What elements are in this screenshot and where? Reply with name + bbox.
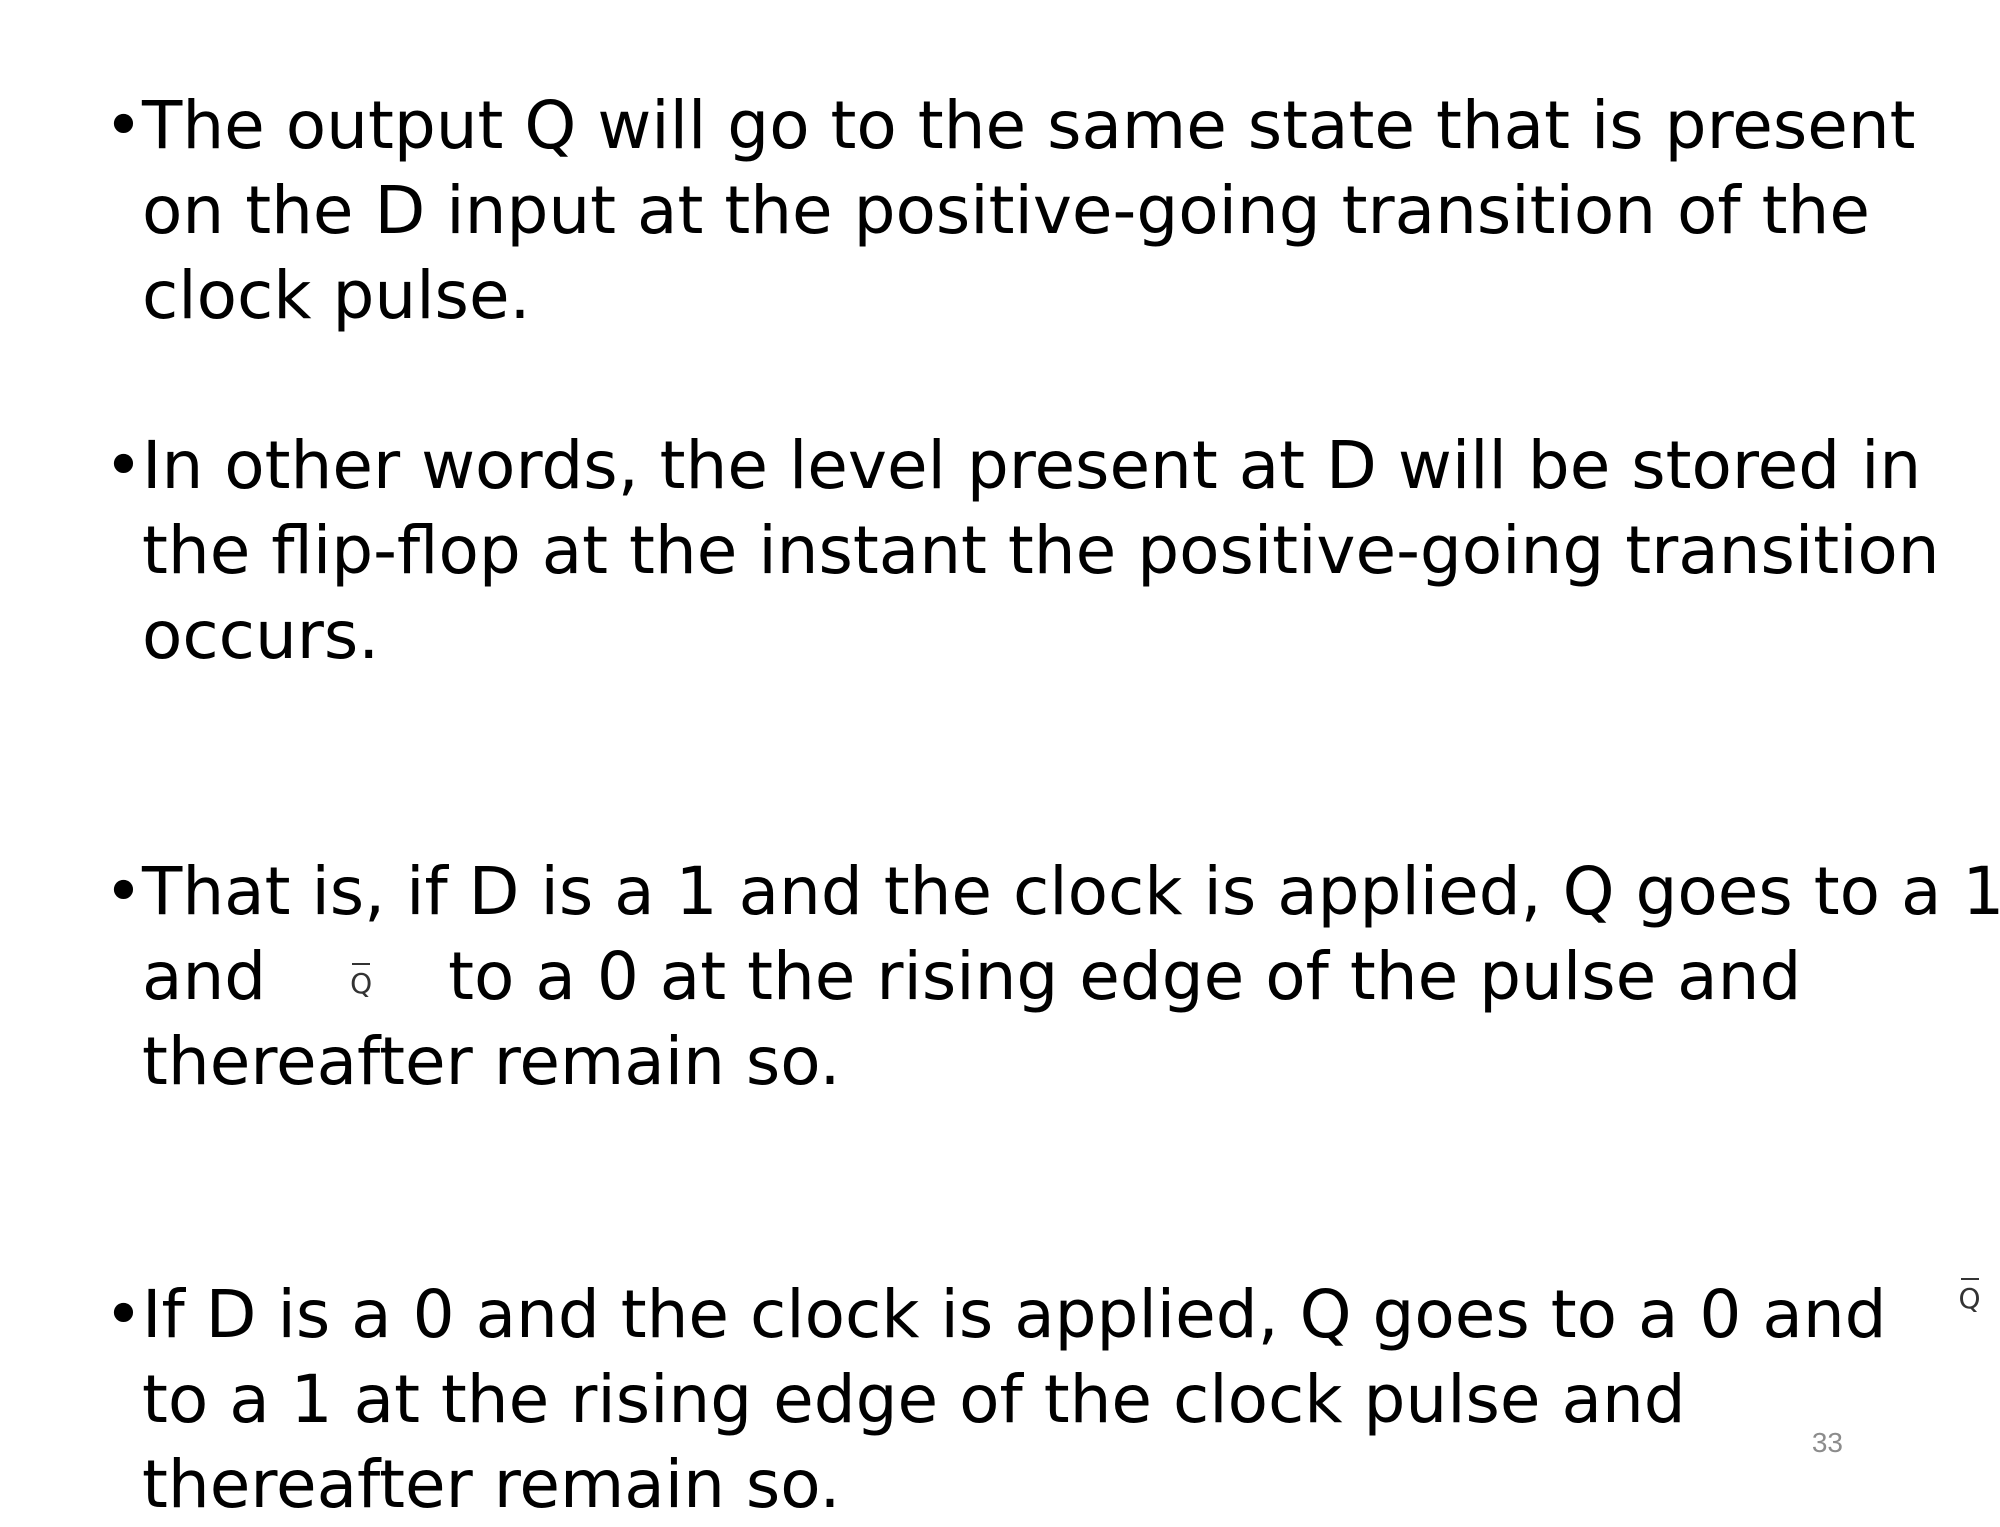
- bullet-3-line-3: thereafter remain so.: [142, 1023, 841, 1100]
- bullet-3-line-1: That is, if D is a 1 and the clock is ap…: [142, 853, 2000, 930]
- bullet-2-line-3: occurs.: [142, 597, 380, 674]
- bullet-1-line-2: on the D input at the positive-going tra…: [142, 172, 1870, 249]
- bullet-marker: •: [104, 1276, 143, 1353]
- q-bar-symbol: Q: [1959, 1276, 1981, 1316]
- bullet-3-line-2-after: to a 0 at the rising edge of the pulse a…: [448, 938, 1802, 1015]
- bullet-2-line-2: the flip-flop at the instant the positiv…: [142, 512, 1940, 589]
- slide: • The output Q will go to the same state…: [0, 0, 2000, 1523]
- page-number: 33: [1811, 1427, 1843, 1458]
- q-bar-symbol: Q: [350, 961, 372, 1001]
- bullet-4-line-1: If D is a 0 and the clock is applied, Q …: [142, 1272, 1981, 1357]
- bullet-3-line-2-before: and: [142, 938, 267, 1015]
- bullet-1-line-1: The output Q will go to the same state t…: [142, 87, 1916, 164]
- bullet-1-line-3: clock pulse.: [142, 257, 531, 334]
- bullet-4-line-2: to a 1 at the rising edge of the clock p…: [142, 1361, 1686, 1438]
- bullet-4-line-1-before: If D is a 0 and the clock is applied, Q …: [142, 1276, 1887, 1353]
- bullet-4-line-3: thereafter remain so.: [142, 1446, 841, 1523]
- bullet-marker: •: [104, 853, 143, 930]
- bullet-marker: •: [104, 427, 143, 504]
- bullet-3-line-2: and Q to a 0 at the rising edge of the p…: [142, 934, 1801, 1019]
- bullet-marker: •: [104, 87, 143, 164]
- bullet-2-line-1: In other words, the level present at D w…: [142, 427, 1922, 504]
